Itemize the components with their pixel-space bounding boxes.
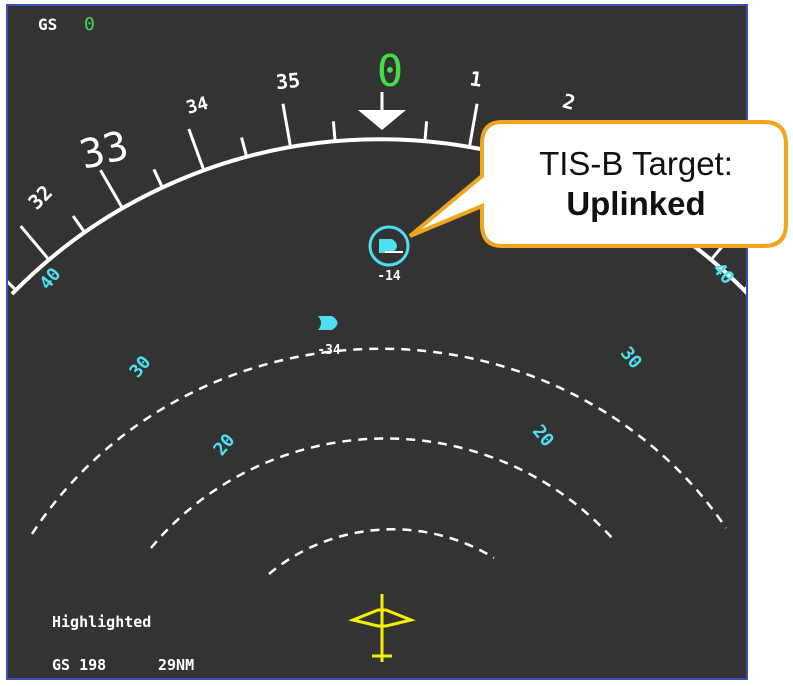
callout: TIS-B Target: Uplinked [484, 122, 788, 246]
heading-label-32: 32 [23, 180, 57, 214]
compass-major-tick [467, 103, 479, 148]
traffic-target-icon[interactable] [379, 239, 397, 253]
compass-major-tick [187, 128, 206, 171]
compass-minor-tick [71, 215, 86, 234]
target-altitude: -34 [317, 343, 341, 358]
callout-line2: Uplinked [566, 185, 706, 222]
compass-minor-tick [331, 121, 337, 142]
traffic-target-icon[interactable] [318, 316, 338, 330]
range-label-30-left: 30 [125, 352, 155, 382]
heading-label-35: 35 [275, 68, 301, 94]
ownship-icon [348, 594, 416, 662]
compass-minor-tick [240, 137, 249, 158]
gs-label: GS [38, 15, 57, 34]
nav-display-canvas: 32 33 34 35 1 2 0 40 40 30 30 20 20 -14 … [8, 14, 746, 674]
heading-pointer-icon [358, 110, 406, 130]
bottom-gs: GS 198 [52, 656, 106, 674]
heading-label-34: 34 [184, 93, 211, 119]
compass-major-tick [99, 169, 124, 210]
compass-major-tick [281, 103, 293, 148]
callout-line1: TIS-B Target: [539, 145, 733, 183]
target-altitude: -14 [377, 269, 401, 284]
compass-minor-tick [152, 168, 164, 189]
compass-minor-tick [8, 280, 17, 292]
range-label-20-right: 20 [528, 421, 558, 451]
selected-heading-value: 0 [377, 46, 404, 97]
status-text: Highlighted [52, 613, 151, 631]
heading-label-33: 33 [75, 123, 133, 179]
heading-label-1: 1 [468, 66, 483, 91]
range-ring-10 [268, 528, 495, 575]
compass-minor-tick [423, 121, 429, 142]
compass-major-tick [19, 225, 51, 261]
heading-label-2: 2 [560, 89, 578, 115]
bottom-range: 29NM [158, 656, 194, 674]
nav-display: 32 33 34 35 1 2 0 40 40 30 30 20 20 -14 … [6, 4, 748, 680]
compass-minor-tick [743, 286, 746, 292]
gs-value: 0 [84, 14, 95, 35]
range-label-20-left: 20 [209, 430, 239, 460]
range-label-30-right: 30 [616, 343, 646, 373]
